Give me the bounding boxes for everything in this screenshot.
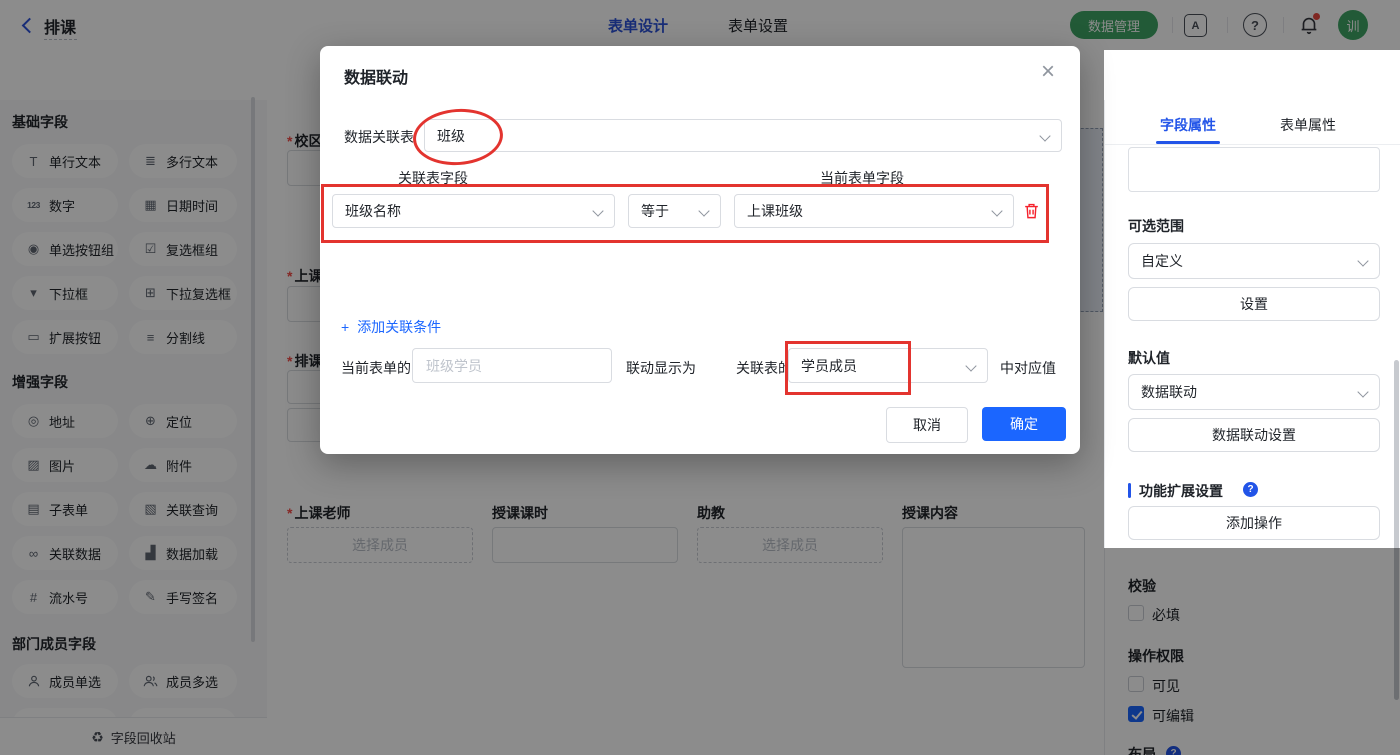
section-accent-bar: [1128, 483, 1131, 498]
optional-range-select[interactable]: 自定义: [1128, 243, 1380, 279]
add-action-button[interactable]: 添加操作: [1128, 506, 1380, 540]
chevron-down-icon: [965, 359, 977, 372]
panel-divider: [1105, 144, 1400, 145]
range-settings-button[interactable]: 设置: [1128, 287, 1380, 321]
data-linkage-modal: [320, 46, 1080, 454]
annotation-rect-condition-row: [321, 184, 1049, 243]
annotation-rect-related-field: [785, 341, 911, 395]
cancel-button[interactable]: 取消: [886, 407, 968, 443]
add-condition-link[interactable]: + 添加关联条件: [341, 317, 441, 337]
optional-range-label: 可选范围: [1128, 218, 1184, 234]
related-table-label: 关联表的: [736, 360, 792, 376]
display-as-label: 联动显示为: [626, 360, 696, 376]
close-icon[interactable]: ×: [1034, 58, 1062, 86]
extension-help-icon[interactable]: ?: [1243, 482, 1258, 497]
extension-settings-title: 功能扩展设置: [1139, 483, 1223, 499]
current-form-field-input[interactable]: 班级学员: [412, 348, 612, 383]
data-linkage-settings-button[interactable]: 数据联动设置: [1128, 418, 1380, 452]
corresponding-value-label: 中对应值: [1000, 360, 1056, 376]
modal-title: 数据联动: [344, 70, 409, 87]
plus-icon: +: [341, 319, 350, 335]
confirm-button[interactable]: 确定: [982, 407, 1066, 441]
default-value-select[interactable]: 数据联动: [1128, 374, 1380, 410]
chevron-down-icon: [1039, 129, 1051, 142]
modal-dim-overlay: [0, 0, 1400, 50]
relation-table-select[interactable]: 班级: [424, 119, 1062, 152]
default-value-label: 默认值: [1128, 350, 1170, 366]
relation-table-label: 数据关联表: [344, 129, 414, 145]
modal-dim-overlay: [1104, 548, 1400, 755]
chevron-down-icon: [1357, 386, 1369, 398]
current-form-label: 当前表单的: [341, 360, 411, 376]
chevron-down-icon: [1357, 255, 1369, 267]
tab-field-properties[interactable]: 字段属性: [1160, 115, 1216, 135]
tab-form-properties[interactable]: 表单属性: [1280, 115, 1336, 135]
app-root: 排课 表单设计 表单设置 数据管理 A ? 训 ⊘ 表单外链 ▤ 后端脚本 ▥ …: [0, 0, 1400, 755]
panel-scrolled-input[interactable]: [1128, 147, 1380, 192]
